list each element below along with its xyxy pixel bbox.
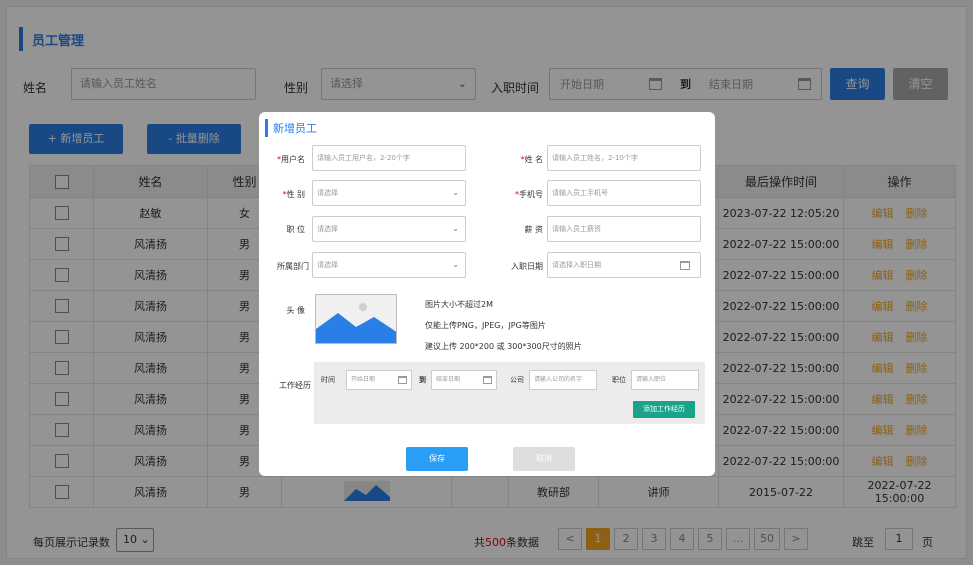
dialog-title-text: 新增员工 (273, 122, 317, 135)
work-position-input[interactable]: 请输入职位 (631, 370, 699, 390)
calendar-icon (483, 376, 492, 384)
phone-input[interactable]: 请输入员工手机号 (547, 180, 701, 206)
chevron-down-icon: ⌄ (452, 260, 459, 269)
avatar-label: 头 像 (286, 306, 305, 315)
add-employee-dialog: 新增员工 *用户名 请输入员工用户名，2-20个字 *姓 名 请输入员工姓名，2… (259, 112, 715, 476)
dept-select-value: 请选择 (317, 261, 338, 269)
username-input[interactable]: 请输入员工用户名，2-20个字 (312, 145, 466, 171)
title-accent (265, 119, 268, 137)
phone-label: *手机号 (515, 190, 543, 199)
image-placeholder-icon (316, 295, 396, 343)
hire-date-label: 入职日期 (511, 262, 543, 271)
calendar-icon (680, 261, 690, 270)
work-start-placeholder: 开始日期 (351, 376, 376, 383)
work-exp-label: 工作经历 (279, 381, 311, 390)
work-end-input[interactable]: 结束日期 (431, 370, 497, 390)
gender-select[interactable]: 请选择 ⌄ (312, 180, 466, 206)
avatar-hint-size: 图片大小不超过2M (425, 300, 493, 309)
work-end-placeholder: 结束日期 (436, 376, 461, 383)
position-select-value: 请选择 (317, 225, 338, 233)
name-label: *姓 名 (520, 155, 543, 164)
cancel-button[interactable]: 取消 (513, 447, 575, 471)
dialog-title: 新增员工 (265, 119, 317, 137)
hire-date-input[interactable]: 请选择入职日期 (547, 252, 701, 278)
salary-input[interactable]: 请输入员工薪资 (547, 216, 701, 242)
salary-label: 薪 资 (524, 225, 543, 234)
dept-label: 所属部门 (277, 262, 309, 271)
work-company-label: 公司 (510, 376, 524, 384)
chevron-down-icon: ⌄ (452, 224, 459, 233)
work-company-input[interactable]: 请输入公司的名字 (529, 370, 597, 390)
add-work-experience-button[interactable]: 添加工作经历 (633, 401, 695, 418)
work-start-input[interactable]: 开始日期 (346, 370, 412, 390)
work-to-label: 到 (419, 376, 426, 384)
gender-label: *性 别 (282, 190, 305, 199)
avatar-hint-format: 仅能上传PNG，JPEG，JPG等图片 (425, 321, 546, 330)
work-experience-panel: 时间 开始日期 到 结束日期 公司 请输入公司的名字 职位 请输入职位 添加工作… (314, 362, 705, 424)
calendar-icon (398, 376, 407, 384)
save-button[interactable]: 保存 (406, 447, 468, 471)
hire-date-placeholder: 请选择入职日期 (552, 261, 601, 269)
position-label: 职 位 (286, 225, 305, 234)
position-select[interactable]: 请选择 ⌄ (312, 216, 466, 242)
dept-select[interactable]: 请选择 ⌄ (312, 252, 466, 278)
avatar-upload[interactable] (315, 294, 397, 344)
avatar-hint-dimension: 建议上传 200*200 或 300*300尺寸的照片 (425, 342, 582, 351)
gender-select-value: 请选择 (317, 189, 338, 197)
work-time-label: 时间 (321, 376, 335, 384)
username-label: *用户名 (277, 155, 305, 164)
chevron-down-icon: ⌄ (452, 188, 459, 197)
work-position-label: 职位 (612, 376, 626, 384)
name-input[interactable]: 请输入员工姓名，2-10个字 (547, 145, 701, 171)
